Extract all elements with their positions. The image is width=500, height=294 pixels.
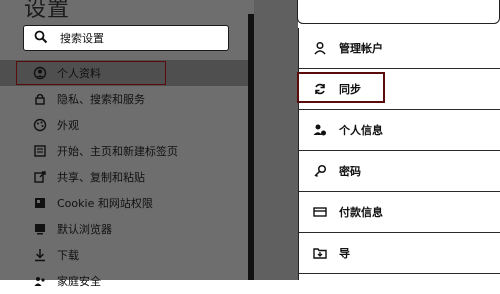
item-label: 管理帐户: [339, 42, 383, 55]
nav-item-profile[interactable]: 个人资料: [0, 60, 254, 86]
nav-item-label: 家庭安全: [57, 275, 101, 288]
search-icon: [34, 30, 48, 44]
overlay-gap: [254, 0, 298, 280]
nav-item-family[interactable]: 家庭安全: [0, 268, 254, 294]
item-label: 密码: [339, 165, 361, 178]
profile-card: [297, 0, 500, 24]
nav-item-downloads[interactable]: 下载: [0, 242, 254, 268]
nav-item-label: 个人资料: [57, 67, 101, 80]
import-icon: [313, 248, 327, 259]
search-box[interactable]: [23, 25, 229, 51]
settings-nav: 个人资料 隐私、搜索和服务 外观 开始、主页和新建标签页 共享、复制和粘贴 Co…: [0, 60, 254, 294]
item-label: 导: [339, 247, 350, 260]
nav-item-label: 共享、复制和粘贴: [57, 171, 145, 184]
passwords-item[interactable]: 密码: [299, 151, 500, 192]
nav-item-cookies[interactable]: Cookie 和网站权限: [0, 190, 254, 216]
lock-icon: [35, 93, 45, 105]
nav-item-appearance[interactable]: 外观: [0, 112, 254, 138]
nav-item-label: 下载: [57, 249, 79, 262]
family-icon: [34, 277, 45, 286]
person-icon: [314, 41, 326, 55]
personal-info-item[interactable]: 个人信息: [299, 110, 500, 151]
cookie-icon: [35, 198, 45, 208]
nav-item-share[interactable]: 共享、复制和粘贴: [0, 164, 254, 190]
nav-item-label: Cookie 和网站权限: [57, 197, 153, 210]
appearance-icon: [33, 118, 47, 132]
home-icon: [34, 145, 46, 157]
payment-info-item[interactable]: 付款信息: [299, 192, 500, 233]
item-label: 付款信息: [339, 206, 383, 219]
profile-panel: 管理帐户 同步 个人信息 密码 付款信息 导: [298, 28, 500, 280]
nav-item-label: 外观: [57, 119, 79, 132]
item-label: 个人信息: [339, 124, 383, 137]
nav-item-label: 隐私、搜索和服务: [57, 93, 145, 106]
profile-icon: [33, 66, 47, 80]
search-input[interactable]: [60, 29, 220, 47]
key-icon: [314, 164, 327, 178]
sync-highlight: [297, 72, 385, 103]
nav-item-default-browser[interactable]: 默认浏览器: [0, 216, 254, 242]
browser-icon: [35, 224, 45, 235]
nav-item-label: 开始、主页和新建标签页: [57, 145, 178, 158]
nav-item-start-home[interactable]: 开始、主页和新建标签页: [0, 138, 254, 164]
share-icon: [34, 171, 46, 183]
card-icon: [313, 207, 327, 217]
nav-item-privacy[interactable]: 隐私、搜索和服务: [0, 86, 254, 112]
manage-account-item[interactable]: 管理帐户: [299, 28, 500, 69]
settings-title: 设置: [24, 0, 71, 22]
download-icon: [35, 249, 45, 262]
nav-item-label: 默认浏览器: [57, 223, 112, 236]
personal-info-icon: [313, 124, 326, 136]
settings-sidebar: 设置 个人资料 隐私、搜索和服务: [0, 0, 254, 288]
import-item[interactable]: 导: [299, 233, 500, 274]
